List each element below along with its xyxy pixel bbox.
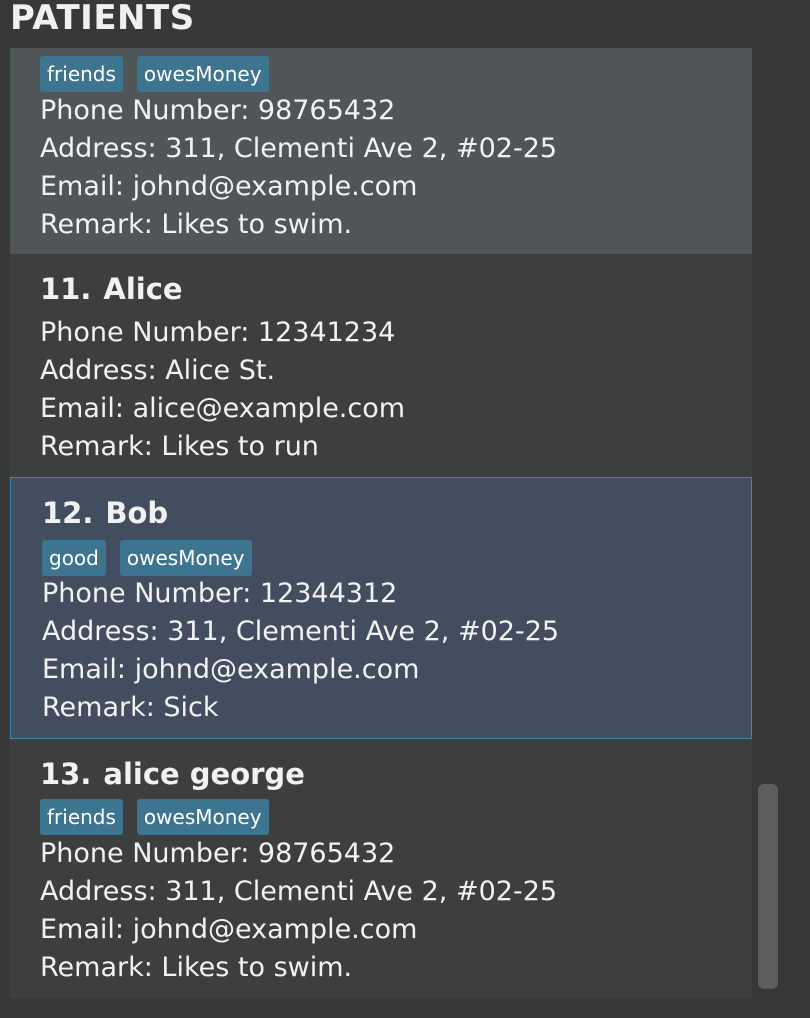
tag: friends [40,799,123,835]
patient-name-line: 11. Alice [40,272,183,306]
tag: owesMoney [136,56,269,92]
panel-title: PATIENTS [10,0,195,38]
phone-field: Phone Number: 12341234 [40,317,396,348]
address-field: Address: 311, Clementi Ave 2, #02-25 [40,133,558,164]
tag: friends [40,56,123,92]
patient-index: 13. [40,757,92,791]
patient-list-panel: PATIENTS friends owesMoney Phone Number:… [0,0,810,1018]
patient-name: alice george [103,757,305,791]
phone-field: Phone Number: 98765432 [40,838,396,869]
address-field: Address: Alice St. [40,355,276,386]
patient-name-line: 13. alice george [40,757,305,791]
patient-index: 12. [42,496,94,530]
patient-card-selected[interactable]: 12. Bob good owesMoney Phone Number: 1234… [10,477,752,739]
remark-field: Remark: Likes to run [40,431,319,462]
tag-list: good owesMoney [42,540,252,576]
remark-field: Remark: Sick [42,692,219,723]
tag-list: friends owesMoney [40,799,269,835]
patient-list[interactable]: friends owesMoney Phone Number: 98765432… [10,48,752,998]
patient-name: Bob [105,496,169,530]
address-field: Address: 311, Clementi Ave 2, #02-25 [40,876,558,907]
panel-bottom-edge [0,998,810,1018]
patient-card[interactable]: 13. alice george friends owesMoney Phone … [10,739,752,998]
patient-card[interactable]: friends owesMoney Phone Number: 98765432… [10,48,752,254]
tag-list: friends owesMoney [40,56,269,92]
patient-name: Alice [103,272,183,306]
scrollbar-thumb[interactable] [758,784,778,989]
address-field: Address: 311, Clementi Ave 2, #02-25 [42,616,560,647]
remark-field: Remark: Likes to swim. [40,952,353,983]
remark-field: Remark: Likes to swim. [40,209,353,240]
patient-index: 11. [40,272,92,306]
patient-name-line: 12. Bob [42,496,168,530]
email-field: Email: johnd@example.com [40,171,418,202]
phone-field: Phone Number: 12344312 [42,578,398,609]
phone-field: Phone Number: 98765432 [40,95,396,126]
tag: owesMoney [119,540,252,576]
patient-card[interactable]: 11. Alice Phone Number: 12341234 Address:… [10,254,752,477]
email-field: Email: johnd@example.com [42,654,420,685]
email-field: Email: alice@example.com [40,393,406,424]
tag: owesMoney [136,799,269,835]
email-field: Email: johnd@example.com [40,914,418,945]
tag: good [42,540,106,576]
